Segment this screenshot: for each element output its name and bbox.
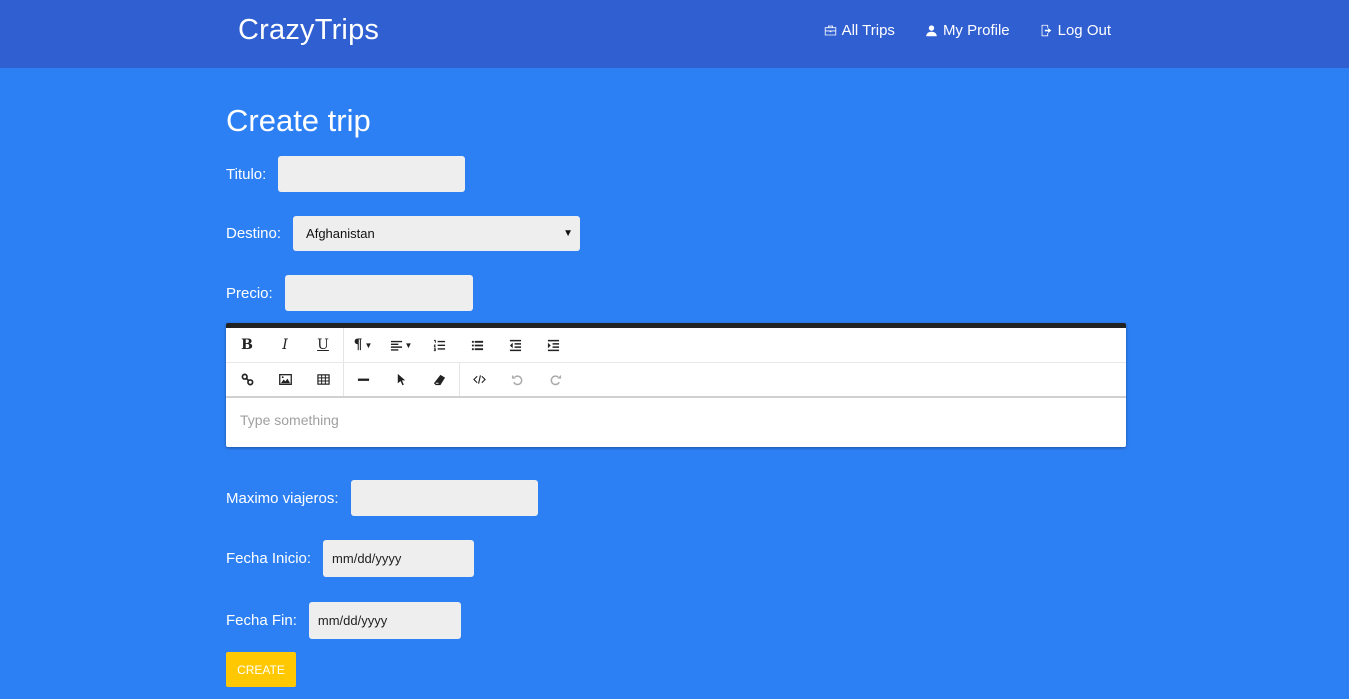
unordered-list-button[interactable] (458, 331, 496, 359)
view-history-group (460, 363, 575, 396)
image-icon (278, 374, 292, 385)
logout-icon (1041, 24, 1051, 37)
rich-text-editor: B I U ¶ ▼ ▼ Type something (226, 323, 1126, 447)
nav-my-profile[interactable]: My Profile (925, 22, 1010, 39)
navbar: CrazyTrips All Trips My Profile Log Out (0, 0, 1349, 68)
align-left-icon (390, 340, 402, 351)
select-button[interactable] (382, 366, 420, 394)
caret-down-icon: ▼ (364, 340, 373, 350)
redo-icon (550, 374, 561, 386)
maximo-viajeros-label: Maximo viajeros: (226, 489, 339, 507)
eraser-button[interactable] (420, 366, 458, 394)
editor-toolbar-row-2 (226, 363, 1126, 398)
table-icon (316, 374, 330, 385)
editor-content-area[interactable]: Type something (226, 398, 1126, 442)
user-icon (926, 25, 937, 37)
unordered-list-icon (471, 340, 483, 350)
link-icon (241, 373, 253, 386)
fecha-fin-input[interactable] (308, 602, 461, 639)
precio-label: Precio: (226, 284, 273, 302)
ordered-list-button[interactable] (420, 331, 458, 359)
italic-button[interactable]: I (266, 331, 304, 359)
underline-button[interactable]: U (304, 331, 342, 359)
table-button[interactable] (304, 366, 342, 394)
fecha-inicio-row: Fecha Inicio: (226, 540, 475, 577)
image-button[interactable] (266, 366, 304, 394)
destino-label: Destino: (226, 225, 282, 242)
align-button[interactable]: ▼ (382, 331, 420, 359)
page-title: Create trip (226, 103, 371, 138)
editor-placeholder: Type something (240, 412, 339, 428)
nav-log-out-label: Log Out (1057, 22, 1111, 39)
dropdown-arrow-icon: ▼ (563, 228, 574, 239)
nav-all-trips-label: All Trips (841, 22, 895, 39)
ordered-list-icon (433, 339, 445, 351)
titulo-label: Titulo: (226, 165, 267, 183)
font-style-group: B I U (228, 328, 344, 362)
bold-button[interactable]: B (228, 331, 266, 359)
maximo-viajeros-input[interactable] (350, 480, 538, 516)
fecha-fin-label: Fecha Fin: (226, 612, 297, 629)
eraser-icon (433, 374, 445, 386)
create-button[interactable]: CREATE (226, 652, 296, 687)
titulo-row: Titulo: (226, 156, 466, 192)
undo-icon (511, 374, 522, 386)
horizontal-rule-icon (357, 378, 369, 381)
fecha-fin-row: Fecha Fin: (226, 602, 461, 639)
outdent-button[interactable] (496, 331, 534, 359)
code-view-button[interactable] (460, 366, 498, 394)
nav-all-trips[interactable]: All Trips (824, 22, 895, 39)
fecha-inicio-label: Fecha Inicio: (226, 550, 312, 567)
titulo-input[interactable] (278, 156, 466, 192)
insert-group (228, 363, 344, 396)
indent-icon (547, 339, 559, 351)
code-icon (472, 375, 486, 384)
link-button[interactable] (228, 366, 266, 394)
maximo-viajeros-row: Maximo viajeros: (226, 480, 538, 516)
brand-logo[interactable]: CrazyTrips (238, 14, 379, 47)
destino-select[interactable]: Afghanistan ▼ (293, 216, 581, 251)
fecha-inicio-input[interactable] (323, 540, 475, 577)
paragraph-group: ¶ ▼ ▼ (344, 328, 573, 362)
briefcase-icon (824, 25, 836, 36)
paragraph-style-button[interactable]: ¶ ▼ (344, 331, 382, 359)
nav-my-profile-label: My Profile (942, 22, 1010, 39)
cursor-icon (397, 373, 405, 386)
undo-button[interactable] (498, 366, 536, 394)
precio-row: Precio: (226, 275, 473, 311)
redo-button[interactable] (536, 366, 574, 394)
caret-down-icon: ▼ (404, 340, 413, 350)
horizontal-rule-button[interactable] (344, 366, 382, 394)
editor-toolbar-row-1: B I U ¶ ▼ ▼ (226, 328, 1126, 363)
paragraph-icon: ¶ (353, 337, 363, 353)
destino-row: Destino: Afghanistan ▼ (226, 216, 581, 251)
indent-button[interactable] (534, 331, 572, 359)
precio-input[interactable] (284, 275, 473, 311)
nav-links: All Trips My Profile Log Out (794, 22, 1111, 39)
misc-group (344, 363, 460, 396)
nav-log-out[interactable]: Log Out (1040, 22, 1111, 39)
destino-selected-value: Afghanistan (306, 226, 375, 241)
outdent-icon (509, 339, 521, 351)
